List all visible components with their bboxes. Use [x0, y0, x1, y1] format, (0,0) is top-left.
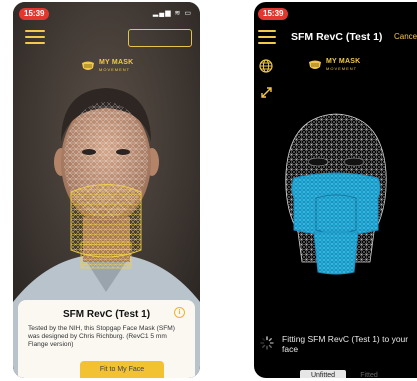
- left-phone-screen: 15:39 ▂▄▆ ≋ ▭ MY MASK MOVEMENT SFM RevC …: [13, 2, 200, 378]
- mask-logo-icon: [309, 60, 321, 69]
- fit-view-segmented-control: Unfitted Fitted: [300, 370, 392, 378]
- segment-unfitted[interactable]: Unfitted: [300, 370, 346, 378]
- brand-name: MY MASK: [99, 59, 134, 66]
- fitting-status-text: Fitting SFM RevC (Test 1) to your face: [282, 334, 409, 354]
- right-phone-screen: 15:39 SFM RevC (Test 1) Cance MY MASK MO…: [254, 2, 417, 378]
- mask-logo-icon: [82, 61, 94, 70]
- 3d-face-mask-preview[interactable]: [274, 112, 399, 277]
- hamburger-menu-icon[interactable]: [25, 30, 45, 44]
- expand-arrows-icon[interactable]: [260, 86, 273, 99]
- mask-description: Tested by the NIH, this Stopgap Face Mas…: [28, 325, 175, 348]
- loading-spinner-icon: [260, 336, 274, 350]
- brand-name: MY MASK: [326, 58, 361, 65]
- mask-info-card: SFM RevC (Test 1) i Tested by the NIH, t…: [18, 300, 195, 378]
- brand-subtitle: MOVEMENT: [326, 66, 358, 71]
- brand-subtitle: MOVEMENT: [99, 67, 131, 72]
- system-status-icons: ▂▄▆ ≋ ▭: [152, 10, 192, 17]
- brand-logo: MY MASK MOVEMENT: [308, 58, 360, 72]
- globe-icon[interactable]: [259, 59, 273, 73]
- status-time: 15:39: [19, 8, 50, 20]
- status-time: 15:39: [258, 8, 289, 20]
- cancel-button[interactable]: Cance: [394, 32, 417, 41]
- brand-logo: MY MASK MOVEMENT: [81, 58, 133, 74]
- fit-to-face-button[interactable]: Fit to My Face: [80, 361, 164, 378]
- screen-title: SFM RevC (Test 1): [291, 31, 383, 43]
- status-bar: 15:39 ▂▄▆ ≋ ▭: [13, 2, 200, 22]
- mask-title: SFM RevC (Test 1): [62, 309, 151, 320]
- info-icon[interactable]: i: [174, 307, 185, 318]
- segment-fitted[interactable]: Fitted: [346, 370, 392, 378]
- app-comparison: 15:39 ▂▄▆ ≋ ▭ MY MASK MOVEMENT SFM RevC …: [0, 0, 417, 381]
- hamburger-menu-icon[interactable]: [258, 30, 276, 44]
- top-action-button[interactable]: [128, 29, 192, 47]
